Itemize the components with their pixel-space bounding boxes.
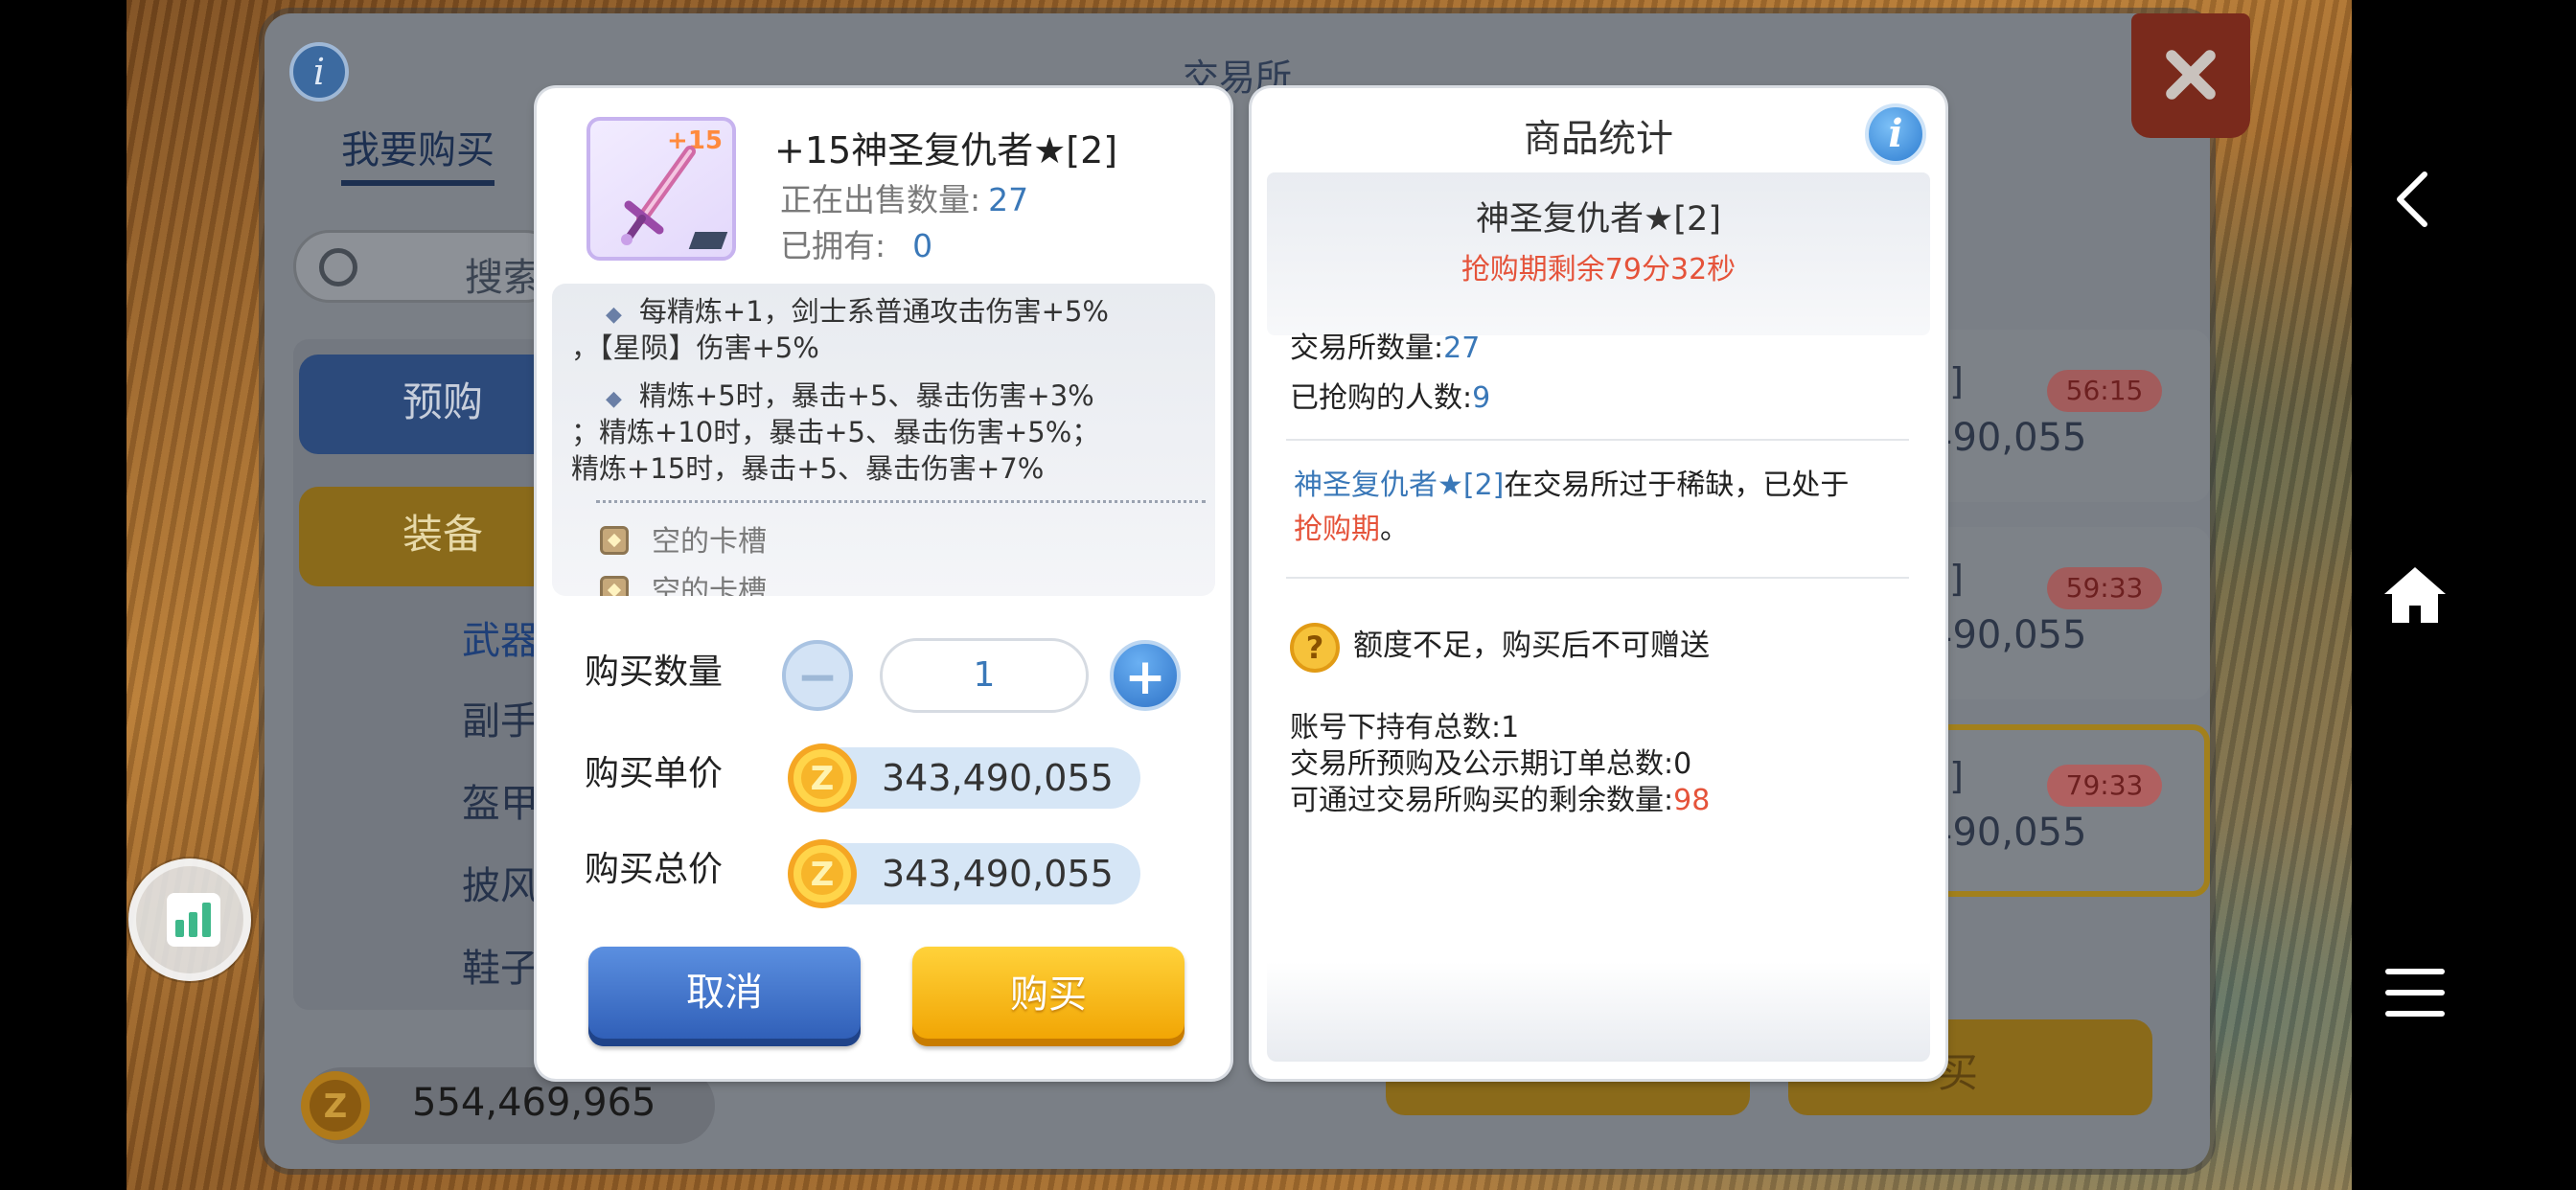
effect-divider bbox=[596, 500, 1206, 503]
plus-icon[interactable]: + bbox=[1110, 640, 1181, 711]
divider bbox=[1286, 577, 1909, 579]
listing-price: 490,055 bbox=[1928, 811, 2087, 855]
signal-bars bbox=[167, 893, 220, 947]
effect-line: ◆ 每精炼+1，剑士系普通攻击伤害+5% bbox=[606, 295, 1109, 328]
category-armor[interactable]: 盔甲 bbox=[462, 772, 539, 828]
effect-line: ；精炼+10时，暴击+5、暴击伤害+5%； bbox=[571, 416, 1100, 448]
remaining-quota: 可通过交易所购买的剩余数量:98 bbox=[1290, 776, 1710, 818]
total-price-field: Z 343,490,055 bbox=[788, 839, 1140, 908]
signal-bars-icon[interactable] bbox=[128, 858, 251, 981]
on-sale-label: 正在出售数量: bbox=[780, 181, 981, 218]
exchange-qty: 交易所数量:27 bbox=[1290, 324, 1480, 366]
listing-price: 490,055 bbox=[1928, 613, 2087, 657]
total-price-value: 343,490,055 bbox=[882, 853, 1114, 895]
item-name: +15神圣复仇者★[2] bbox=[774, 129, 1118, 172]
signal-bar bbox=[175, 920, 184, 937]
owned-count: 已拥有: 0 bbox=[780, 220, 932, 266]
unit-price-label: 购买单价 bbox=[585, 754, 724, 793]
category-cloak[interactable]: 披风 bbox=[462, 855, 539, 910]
unit-price-field: Z 343,490,055 bbox=[788, 744, 1140, 812]
card-slot-mark bbox=[688, 232, 728, 249]
category-offhand[interactable]: 副手 bbox=[462, 690, 539, 745]
signal-bar bbox=[189, 912, 197, 937]
search-icon bbox=[319, 248, 357, 286]
card-slot-label: 空的卡槽 bbox=[652, 575, 767, 596]
scarcity-text: 在交易所过于稀缺，已处于 bbox=[1504, 469, 1850, 502]
owned-label: 已拥有: bbox=[780, 227, 886, 264]
owned-value: 0 bbox=[912, 227, 933, 264]
stats-item-name: 神圣复仇者★[2] bbox=[1476, 200, 1721, 239]
svg-text:Z: Z bbox=[811, 856, 835, 894]
zeny-coin-icon: Z bbox=[301, 1071, 370, 1140]
on-sale-count: 正在出售数量: 27 bbox=[780, 174, 1028, 220]
unit-price-value: 343,490,055 bbox=[882, 757, 1114, 799]
rush-countdown: 抢购期剩余79分32秒 bbox=[1460, 253, 1736, 286]
rushed-value: 9 bbox=[1472, 381, 1491, 415]
stats-title: 商品统计 bbox=[1523, 118, 1673, 161]
zeny-coin-icon: Z bbox=[788, 839, 857, 908]
qty-label: 购买数量 bbox=[585, 652, 724, 692]
item-effects: ◆ 每精炼+1，剑士系普通攻击伤害+5% ，【星陨】伤害+5% ◆ 精炼+5时，暴击… bbox=[552, 284, 1215, 596]
quantity-stepper[interactable]: 1 bbox=[880, 638, 1089, 713]
currency-amount: 554,469,965 bbox=[412, 1081, 656, 1125]
on-sale-value: 27 bbox=[988, 181, 1029, 218]
back-chevron-icon[interactable] bbox=[2377, 161, 2453, 238]
zeny-coin-icon: Z bbox=[788, 744, 857, 812]
effect-line: ◆ 精炼+5时，暴击+5、暴击伤害+3% bbox=[606, 379, 1094, 412]
listing-price: 490,055 bbox=[1928, 416, 2087, 460]
scarcity-state: 抢购期 bbox=[1294, 513, 1380, 546]
home-icon[interactable] bbox=[2377, 558, 2453, 634]
countdown-badge: 56:15 bbox=[2047, 370, 2162, 412]
remaining-value: 98 bbox=[1673, 784, 1711, 817]
scarcity-message: 神圣复仇者★[2]在交易所过于稀缺，已处于抢购期。 bbox=[1294, 464, 1907, 552]
card-slot: 空的卡槽 bbox=[600, 517, 767, 560]
signal-bar bbox=[202, 903, 211, 937]
minus-icon[interactable]: − bbox=[782, 640, 853, 711]
search-input[interactable]: 搜索 bbox=[293, 230, 562, 303]
remaining-label: 可通过交易所购买的剩余数量: bbox=[1290, 784, 1674, 817]
category-weapon[interactable]: 武器 bbox=[462, 609, 539, 665]
rushed-label: 已抢购的人数: bbox=[1290, 381, 1473, 415]
total-price-label: 购买总价 bbox=[585, 850, 724, 889]
card-slot: 空的卡槽 bbox=[600, 567, 767, 596]
currency-balance: Z 554,469,965 bbox=[301, 1067, 715, 1144]
divider bbox=[1286, 439, 1909, 441]
countdown-badge: 79:33 bbox=[2047, 765, 2162, 807]
category-shoes[interactable]: 鞋子 bbox=[462, 937, 539, 993]
effect-line: 精炼+15时，暴击+5、暴击伤害+7% bbox=[571, 452, 1045, 485]
buy-panel: +15 +15神圣复仇者★[2] 正在出售数量: 27 已拥有: 0 ◆ 每精炼+1，… bbox=[537, 88, 1230, 1079]
countdown-badge: 59:33 bbox=[2047, 567, 2162, 609]
close-icon[interactable] bbox=[2131, 13, 2250, 138]
rushed-count: 已抢购的人数:9 bbox=[1290, 374, 1490, 416]
info-icon[interactable]: i bbox=[1865, 103, 1926, 165]
svg-text:Z: Z bbox=[324, 1087, 348, 1126]
effect-text: 精炼+5时，暴击+5、暴击伤害+3% bbox=[638, 379, 1094, 412]
scarcity-item: 神圣复仇者★[2] bbox=[1294, 469, 1505, 502]
search-placeholder: 搜索 bbox=[465, 256, 541, 300]
svg-text:Z: Z bbox=[811, 760, 835, 798]
stats-footer bbox=[1267, 962, 1930, 1062]
question-icon[interactable]: ? bbox=[1290, 622, 1340, 673]
card-slot-label: 空的卡槽 bbox=[652, 525, 767, 559]
item-thumbnail: +15 bbox=[586, 117, 736, 261]
buy-button[interactable]: 购买 bbox=[912, 947, 1184, 1046]
menu-icon[interactable] bbox=[2377, 954, 2453, 1031]
tab-buy[interactable]: 我要购买 bbox=[341, 119, 494, 186]
card-slot-icon bbox=[600, 576, 629, 596]
card-slot-icon bbox=[600, 526, 629, 555]
stats-panel: 商品统计 i 神圣复仇者★[2] 抢购期剩余79分32秒 交易所数量:27 已抢… bbox=[1252, 88, 1945, 1079]
exchange-qty-label: 交易所数量: bbox=[1290, 332, 1444, 365]
cancel-button[interactable]: 取消 bbox=[588, 947, 861, 1046]
scarcity-end: 。 bbox=[1380, 513, 1409, 546]
quota-warning: ? 额度不足，购买后不可赠送 bbox=[1290, 621, 1710, 673]
exchange-qty-value: 27 bbox=[1443, 332, 1481, 365]
warning-text: 额度不足，购买后不可赠送 bbox=[1353, 629, 1710, 663]
effect-text: 每精炼+1，剑士系普通攻击伤害+5% bbox=[638, 295, 1109, 328]
effect-line: ，【星陨】伤害+5% bbox=[571, 332, 819, 364]
